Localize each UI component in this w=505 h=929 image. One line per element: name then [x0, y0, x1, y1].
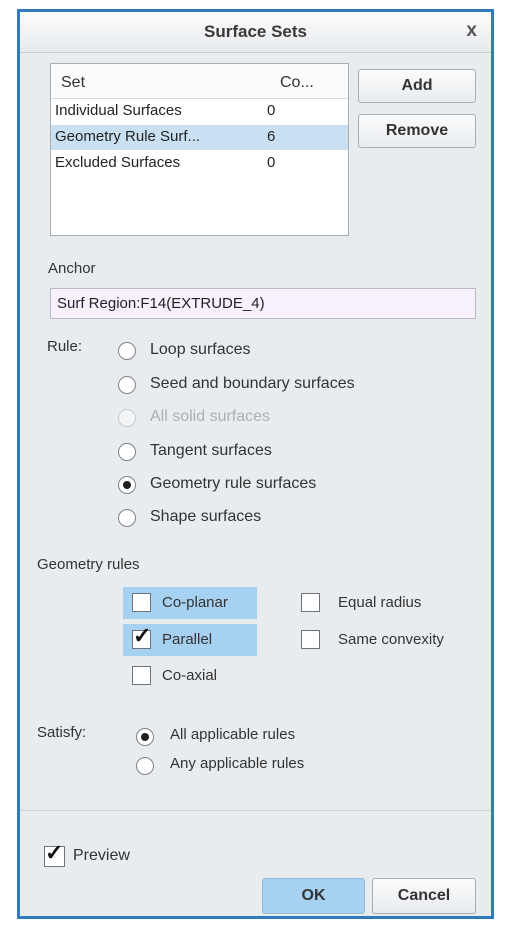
equal-radius-checkbox[interactable]: [301, 593, 320, 612]
co-planar-checkbox[interactable]: [132, 593, 151, 612]
remove-button[interactable]: Remove: [358, 114, 476, 148]
radio-label: All solid surfaces: [150, 408, 271, 425]
column-header-set[interactable]: Set: [61, 74, 85, 92]
equal-radius-label: Equal radius: [338, 594, 422, 611]
co-axial-label: Co-axial: [162, 667, 218, 684]
set-count: 0: [267, 102, 276, 119]
set-name: Geometry Rule Surf...: [55, 128, 201, 145]
set-name: Individual Surfaces: [55, 102, 182, 119]
satisfy-label: Satisfy:: [37, 724, 87, 741]
list-item[interactable]: Excluded Surfaces 0: [51, 151, 348, 176]
set-name: Excluded Surfaces: [55, 154, 181, 171]
list-item[interactable]: Individual Surfaces 0: [51, 99, 348, 124]
anchor-label: Anchor: [48, 260, 96, 277]
co-planar-label: Co-planar: [162, 594, 228, 611]
title-bar: Surface Sets x: [20, 12, 491, 53]
co-planar-option[interactable]: Co-planar: [123, 587, 257, 619]
preview-label: Preview: [73, 847, 130, 864]
dialog-title: Surface Sets: [204, 22, 307, 41]
parallel-option[interactable]: ✓ Parallel: [123, 624, 257, 656]
radio-seed-boundary-surfaces[interactable]: [118, 376, 136, 394]
checkmark-icon: ✓: [133, 623, 152, 648]
geometry-rules-label: Geometry rules: [37, 556, 140, 573]
divider: [20, 810, 491, 811]
close-icon[interactable]: x: [466, 20, 477, 42]
column-header-count[interactable]: Co...: [280, 74, 314, 92]
set-list-header: Set Co...: [51, 64, 348, 99]
radio-tangent-surfaces[interactable]: [118, 443, 136, 461]
radio-label: Geometry rule surfaces: [150, 475, 317, 492]
radio-shape-surfaces[interactable]: [118, 509, 136, 527]
radio-geometry-rule-surfaces[interactable]: [118, 476, 136, 494]
set-list[interactable]: Set Co... Individual Surfaces 0 Geometry…: [50, 63, 349, 236]
set-count: 6: [267, 128, 276, 145]
add-button[interactable]: Add: [358, 69, 476, 103]
anchor-field[interactable]: Surf Region:F14(EXTRUDE_4): [50, 288, 476, 319]
same-convexity-checkbox[interactable]: [301, 630, 320, 649]
radio-label: All applicable rules: [170, 726, 296, 743]
radio-loop-surfaces[interactable]: [118, 342, 136, 360]
radio-all-applicable-rules[interactable]: [136, 728, 154, 746]
parallel-checkbox[interactable]: ✓: [132, 625, 151, 649]
radio-label: Seed and boundary surfaces: [150, 375, 355, 392]
rule-label: Rule:: [47, 338, 83, 355]
checkmark-icon: ✓: [45, 840, 64, 865]
list-item[interactable]: Geometry Rule Surf... 6: [51, 125, 348, 150]
set-count: 0: [267, 154, 276, 171]
surface-sets-dialog: Surface Sets x Set Co... Individual Surf…: [17, 9, 494, 919]
radio-label: Tangent surfaces: [150, 442, 272, 459]
ok-button[interactable]: OK: [262, 878, 365, 914]
parallel-label: Parallel: [162, 631, 213, 648]
radio-all-solid-surfaces: [118, 409, 136, 427]
radio-any-applicable-rules[interactable]: [136, 757, 154, 775]
co-axial-checkbox[interactable]: [132, 666, 151, 685]
radio-label: Any applicable rules: [170, 755, 305, 772]
radio-label: Shape surfaces: [150, 508, 262, 525]
radio-label: Loop surfaces: [150, 341, 251, 358]
preview-checkbox[interactable]: ✓: [44, 842, 65, 867]
same-convexity-label: Same convexity: [338, 631, 444, 648]
cancel-button[interactable]: Cancel: [372, 878, 476, 914]
